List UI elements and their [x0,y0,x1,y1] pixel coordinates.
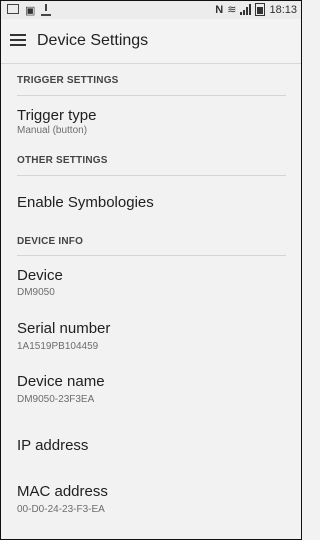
status-left-icons: ▣ [7,4,52,17]
nfc-icon: N [215,3,224,16]
device-item[interactable]: Device DM9050 [1,257,301,309]
status-bar: ▣ N ≋ 18:13 [1,1,301,19]
wifi-icon: ≋ [227,4,237,16]
notification-icon [7,4,19,14]
section-divider [17,255,286,256]
ip-address-item[interactable]: IP address [1,424,301,470]
app-bar: Device Settings [1,19,301,64]
serial-number-title: Serial number [17,320,111,337]
enable-symbologies-title: Enable Symbologies [17,194,154,211]
status-time: 18:13 [269,3,297,16]
screenshot-icon: ▣ [25,5,36,17]
signal-icon [240,4,252,15]
mac-address-title: MAC address [17,483,108,500]
device-settings-screen: ▣ N ≋ 18:13 Device Settings TRIGGER SETT… [0,0,302,540]
menu-icon[interactable] [10,34,26,46]
device-title: Device [17,267,63,284]
page-title: Device Settings [37,32,149,49]
device-name-item[interactable]: Device name DM9050-23F3EA [1,366,301,414]
trigger-type-title: Trigger type [17,107,97,124]
device-value: DM9050 [17,287,55,298]
battery-icon [255,3,266,16]
section-trigger-settings: TRIGGER SETTINGS [17,75,119,86]
serial-number-item[interactable]: Serial number 1A1519PB104459 [1,312,301,360]
mac-address-item[interactable]: MAC address 00-D0-24-23-F3-EA [1,476,301,524]
device-name-title: Device name [17,373,105,390]
section-device-info: DEVICE INFO [17,236,84,247]
device-name-value: DM9050-23F3EA [17,394,95,405]
section-divider [17,175,286,176]
status-right-icons: N ≋ 18:13 [215,3,297,16]
section-divider [17,95,286,96]
mac-address-value: 00-D0-24-23-F3-EA [17,504,105,515]
section-other-settings: OTHER SETTINGS [17,155,108,166]
enable-symbologies-item[interactable]: Enable Symbologies [1,177,301,229]
trigger-type-value: Manual (button) [17,125,88,136]
download-icon [41,4,52,16]
trigger-type-item[interactable]: Trigger type Manual (button) [1,97,301,145]
serial-number-value: 1A1519PB104459 [17,341,99,352]
ip-address-title: IP address [17,437,89,454]
